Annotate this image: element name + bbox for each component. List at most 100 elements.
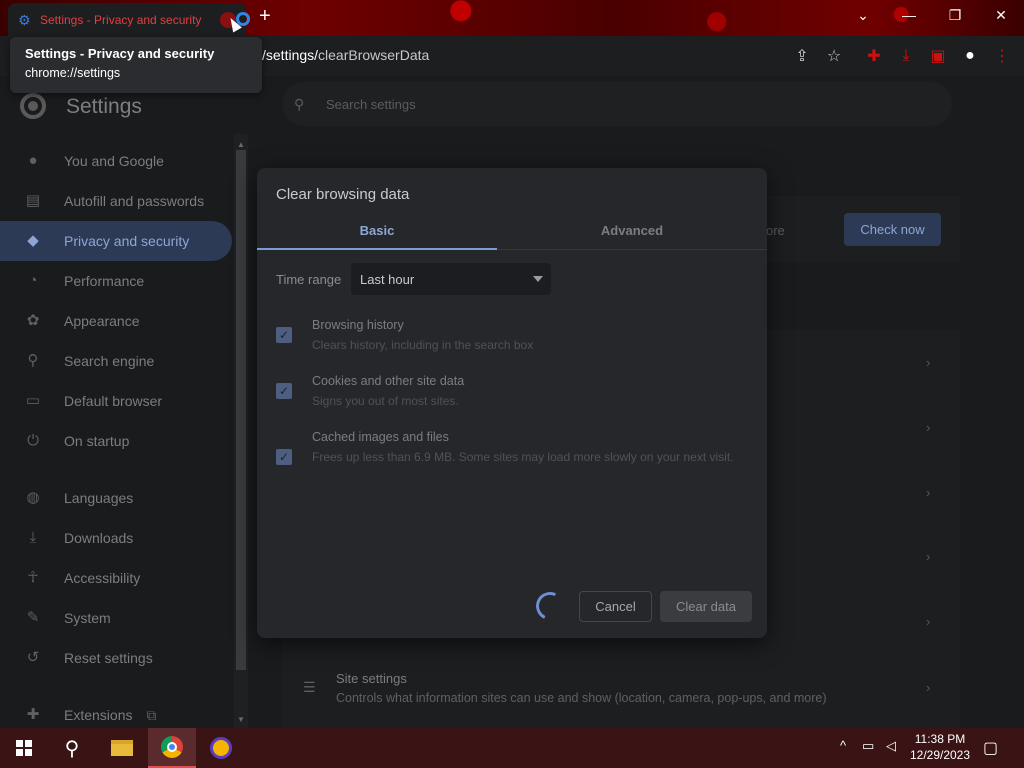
sidebar-item-you-and-google[interactable]: ● You and Google [0,141,232,181]
check-now-button[interactable]: Check now [844,213,941,246]
dialog-title: Clear browsing data [276,186,410,203]
sidebar-item-accessibility[interactable]: ☥ Accessibility [0,558,232,598]
start-button[interactable] [0,728,48,768]
shield-icon: ◆ [27,232,39,249]
side-panel-icon[interactable]: ▣ [928,46,948,66]
site-settings-title[interactable]: Site settings [336,671,407,686]
close-window-button[interactable]: ✕ [978,0,1024,30]
tab-basic[interactable]: Basic [257,212,497,250]
time-range-label: Time range [276,272,342,287]
page-title: Settings [66,95,142,118]
download-icon[interactable]: ⤓ [896,46,916,66]
person-icon: ● [28,152,38,169]
sidebar-item-default-browser[interactable]: ▭ Default browser [0,381,232,421]
tooltip-title: Settings - Privacy and security [25,46,215,61]
system-clock[interactable]: 11:38 PM 12/29/2023 [905,731,975,763]
tab-tooltip: Settings - Privacy and security chrome:/… [10,37,262,93]
time-range-select[interactable]: Last hour [351,263,551,295]
safety-check-partial-text: ore [766,223,785,238]
sidebar-item-privacy[interactable]: ◆ Privacy and security [0,221,232,261]
restore-button[interactable]: ❐ [932,0,978,30]
option-title: Cached images and files [312,430,449,444]
site-settings-description: Controls what information sites can use … [336,691,827,705]
minimize-button[interactable]: — [886,0,932,30]
tab-search-button[interactable]: ⌄ [840,0,886,30]
sidebar-item-autofill[interactable]: ▤ Autofill and passwords [0,181,232,221]
sidebar-scroll-thumb[interactable] [236,150,246,670]
url-path: /settings/ [262,47,319,63]
palette-icon: ✿ [26,312,40,329]
tab-title: Settings - Privacy and security [40,12,202,27]
address-bar[interactable]: /settings/clearBrowserData [262,47,429,63]
new-tab-button[interactable]: + [259,6,271,26]
volume-muted-icon[interactable]: ◁ [886,738,896,754]
brave-browser-icon[interactable] [198,728,244,768]
option-description: Frees up less than 6.9 MB. Some sites ma… [312,450,734,464]
sidebar-item-label: Reset settings [64,650,153,666]
scroll-up-icon[interactable]: ▲ [237,140,245,149]
sidebar-item-reset-settings[interactable]: ↺ Reset settings [0,638,232,678]
search-icon: ⚲ [27,352,39,369]
chevron-right-icon: › [926,680,931,695]
tab-advanced[interactable]: Advanced [497,212,767,250]
browsing-history-checkbox[interactable]: ✓ [276,327,292,343]
cached-images-checkbox[interactable]: ✓ [276,449,292,465]
profile-icon[interactable]: ● [960,46,980,66]
sidebar-item-label: On startup [64,433,130,449]
sidebar-item-label: Search engine [64,353,155,369]
notifications-icon[interactable]: ▢ [983,738,998,758]
option-description: Signs you out of most sites. [312,394,459,408]
chrome-logo-icon [20,93,46,119]
puzzle-icon: ✚ [26,706,40,723]
sidebar-item-system[interactable]: ✎ System [0,598,232,638]
scroll-down-icon[interactable]: ▼ [237,715,245,724]
clock-time: 11:38 PM [914,732,966,746]
accessibility-icon: ☥ [27,569,39,586]
sidebar-item-languages[interactable]: ◍ Languages [0,478,232,518]
network-icon[interactable]: ▭ [862,738,874,754]
cancel-button[interactable]: Cancel [579,591,652,622]
wrench-icon: ✎ [26,609,40,626]
chevron-up-icon[interactable]: ^ [840,738,846,753]
chevron-right-icon: › [926,614,931,629]
sidebar-item-label: Accessibility [64,570,141,586]
sidebar-item-label: Default browser [64,393,163,409]
sidebar-item-label: Privacy and security [64,233,190,249]
globe-icon: ◍ [26,489,40,506]
external-link-icon: ⧉ [146,706,157,723]
sidebar-item-appearance[interactable]: ✿ Appearance [0,301,232,341]
menu-kebab-icon[interactable]: ⋮ [992,46,1012,66]
extensions-puzzle-icon[interactable]: ✚ [864,46,884,66]
sidebar-item-label: Autofill and passwords [64,193,205,209]
sidebar-item-label: Languages [64,490,134,506]
chrome-taskbar-icon[interactable] [148,728,196,768]
sidebar-item-on-startup[interactable]: ⏻ On startup [0,421,232,461]
bookmark-star-icon[interactable]: ☆ [824,46,844,66]
windows-logo-icon [16,740,32,756]
clear-data-button[interactable]: Clear data [660,591,752,622]
chevron-right-icon: › [926,420,931,435]
chevron-right-icon: › [926,549,931,564]
option-description: Clears history, including in the search … [312,338,534,352]
sidebar-item-label: Extensions [64,707,133,723]
sidebar-item-downloads[interactable]: ⤓ Downloads [0,518,232,558]
clock-date: 12/29/2023 [909,748,971,762]
sliders-icon: ☰ [303,679,316,695]
cookies-checkbox[interactable]: ✓ [276,383,292,399]
share-icon[interactable]: ⇪ [792,46,812,66]
time-range-value: Last hour [360,271,415,287]
search-icon[interactable]: ⚲ [48,728,96,768]
dropdown-arrow-icon [533,276,543,282]
power-icon: ⏻ [27,432,39,449]
sidebar-item-performance[interactable]: ◔ Performance [0,261,232,301]
chevron-right-icon: › [926,485,931,500]
browser-tab[interactable]: ⚙ Settings - Privacy and security [8,3,246,36]
sidebar-item-label: Performance [64,273,145,289]
sidebar-item-search-engine[interactable]: ⚲ Search engine [0,341,232,381]
search-icon: ⚲ [294,96,305,112]
file-explorer-icon[interactable] [98,728,146,768]
sidebar-item-label: System [64,610,111,626]
option-title: Cookies and other site data [312,374,465,388]
reset-icon: ↺ [26,649,40,666]
url-route: clearBrowserData [318,47,430,63]
